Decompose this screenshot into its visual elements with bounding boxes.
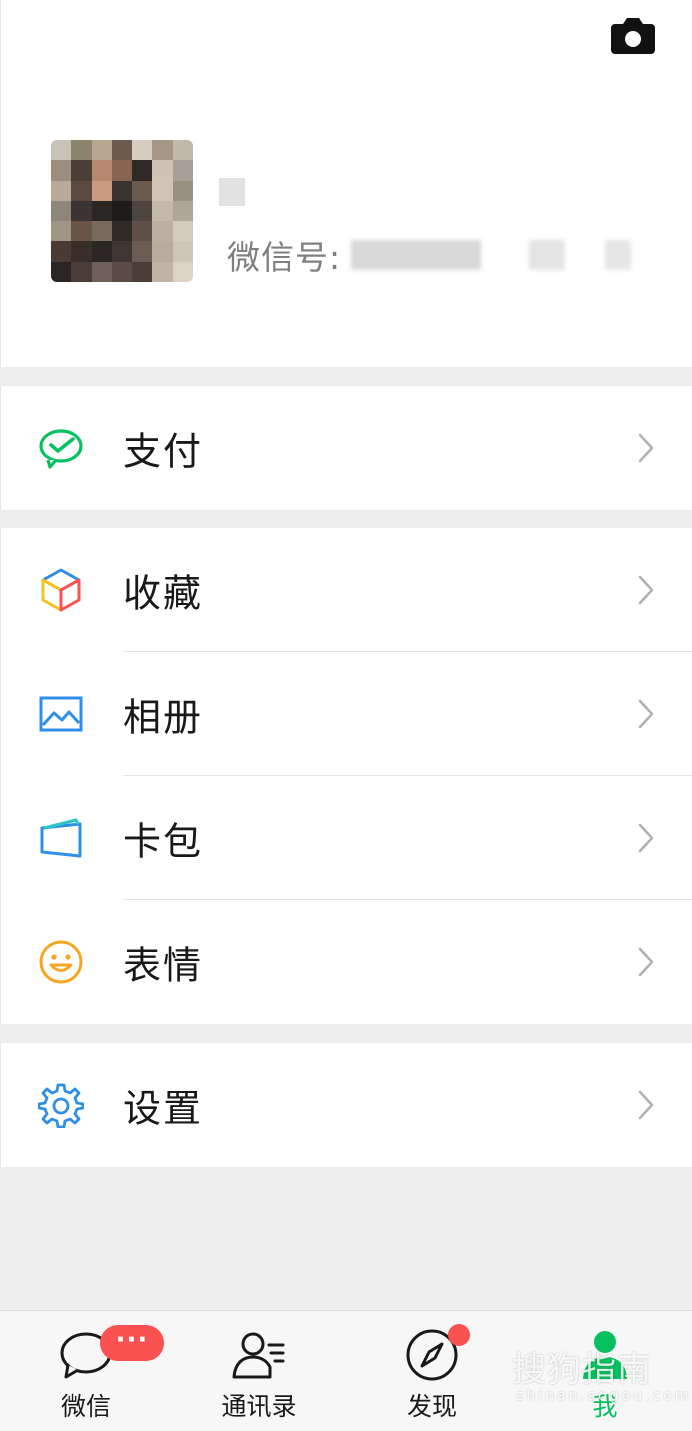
settings-label: 设置 xyxy=(123,1086,204,1131)
chevron-right-icon xyxy=(638,699,654,729)
watermark-url: zhinan.sogou.com xyxy=(516,1388,692,1404)
watermark-text: 搜狗指南 xyxy=(512,1350,652,1390)
menu-item-settings[interactable]: 设置 xyxy=(1,1043,692,1167)
contacts-icon xyxy=(232,1332,285,1379)
favorites-label: 收藏 xyxy=(123,571,204,616)
card-wallet-icon xyxy=(40,818,82,858)
discover-dot-badge xyxy=(448,1324,470,1346)
stickers-label: 表情 xyxy=(123,943,204,988)
tab-chats-label: 微信 xyxy=(60,1392,111,1421)
tab-contacts[interactable]: 通讯录 xyxy=(189,1311,329,1431)
pay-label: 支付 xyxy=(123,429,204,474)
wechat-id-label: 微信号: xyxy=(227,238,342,277)
album-label: 相册 xyxy=(123,695,204,740)
menu-group-collections: 收藏 相册 卡包 表情 xyxy=(0,528,692,1024)
wechat-id-obscured-2 xyxy=(529,240,566,270)
chevron-right-icon xyxy=(638,823,654,853)
nickname-obscured xyxy=(219,178,245,206)
smiley-icon xyxy=(39,940,83,984)
album-icon xyxy=(39,696,83,732)
tab-contacts-label: 通讯录 xyxy=(221,1392,297,1421)
me-page: 微信号: 支付 收藏 相册 卡包 表情 设置 微信 通讯录 发现 我 ··· 搜… xyxy=(0,0,692,1431)
menu-group-pay: 支付 xyxy=(0,386,692,510)
menu-group-settings: 设置 xyxy=(0,1043,692,1167)
avatar[interactable] xyxy=(51,140,193,282)
profile-header[interactable]: 微信号: xyxy=(0,0,692,367)
wechat-id-obscured xyxy=(351,240,482,270)
menu-item-cards[interactable]: 卡包 xyxy=(1,776,692,900)
menu-item-favorites[interactable]: 收藏 xyxy=(1,528,692,652)
chevron-right-icon xyxy=(638,575,654,605)
wechat-id-obscured-3 xyxy=(605,240,632,270)
camera-icon[interactable] xyxy=(609,16,657,56)
menu-item-album[interactable]: 相册 xyxy=(1,652,692,776)
cards-label: 卡包 xyxy=(123,819,204,864)
unread-badge: ··· xyxy=(100,1325,164,1361)
favorites-cube-icon xyxy=(41,568,81,612)
chevron-right-icon xyxy=(638,947,654,977)
wechat-pay-icon xyxy=(39,429,83,469)
wechat-id-row: 微信号: xyxy=(227,232,632,278)
chevron-right-icon xyxy=(638,433,654,463)
menu-item-pay[interactable]: 支付 xyxy=(1,386,692,510)
tab-discover[interactable]: 发现 xyxy=(362,1311,502,1431)
gear-icon xyxy=(38,1083,84,1128)
chevron-right-icon xyxy=(638,1090,654,1120)
tab-discover-label: 发现 xyxy=(406,1392,457,1421)
menu-item-stickers[interactable]: 表情 xyxy=(1,900,692,1024)
